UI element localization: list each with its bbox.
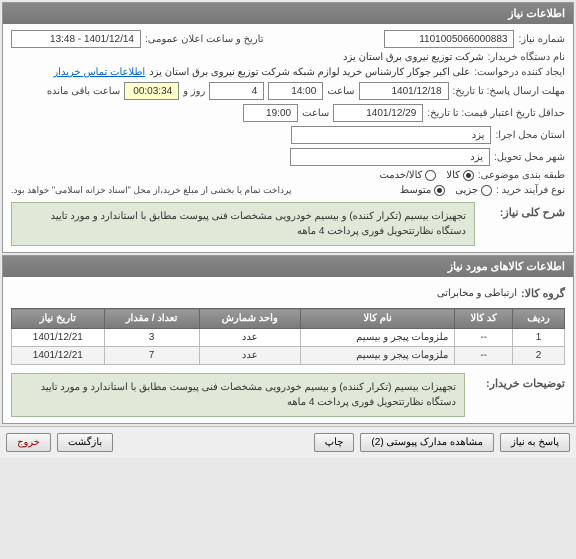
grouping-radios: کالا کالا/خدمت — [379, 170, 473, 181]
cell-name: ملزومات پیجر و بیسیم — [300, 329, 454, 347]
need-no-field: 1101005066000883 — [384, 30, 514, 48]
items-info-body: گروه کالا: ارتباطی و مخابراتی ردیف کد کا… — [3, 277, 573, 423]
cell-row: 1 — [513, 329, 565, 347]
announce-label: تاریخ و ساعت اعلان عمومی: — [145, 34, 264, 45]
validity-date-field: 1401/12/29 — [333, 104, 423, 122]
remaining-label: ساعت باقی مانده — [47, 86, 120, 97]
cell-name: ملزومات پیجر و بیسیم — [300, 347, 454, 365]
cell-unit: عدد — [199, 329, 300, 347]
cell-qty: 3 — [104, 329, 199, 347]
exec-province-field: یزد — [291, 126, 491, 144]
bottom-bar: پاسخ به نیاز مشاهده مدارک پیوستی (2) چاپ… — [0, 426, 576, 458]
process-radios: جزیی متوسط — [400, 185, 492, 196]
items-table: ردیف کد کالا نام کالا واحد شمارش تعداد /… — [11, 308, 565, 365]
creator-value: علی اکبر جوکار کارشناس خرید لوازم شبکه ش… — [149, 67, 470, 78]
exec-province-label: استان محل اجرا: — [495, 130, 565, 141]
exit-button[interactable]: خروج — [6, 433, 51, 452]
need-info-header: اطلاعات نیاز — [3, 3, 573, 24]
grouping-service-label: کالا/خدمت — [379, 170, 422, 181]
validity-time-field: 19:00 — [243, 104, 298, 122]
grouping-label: طبقه بندی موضوعی: — [478, 170, 565, 181]
day-and-label: روز و — [183, 86, 205, 97]
validity-label: حداقل تاریخ اعتبار قیمت: تا تاریخ: — [427, 108, 565, 119]
radio-dot-icon — [481, 185, 492, 196]
radio-dot-icon — [425, 170, 436, 181]
reply-deadline-label: مهلت ارسال پاسخ: تا تاریخ: — [453, 86, 565, 97]
cell-row: 2 — [513, 347, 565, 365]
th-code: کد کالا — [455, 309, 513, 329]
buyer-label: نام دستگاه خریدار: — [488, 52, 565, 63]
reply-time-label: ساعت — [327, 86, 354, 97]
radio-dot-icon — [463, 170, 474, 181]
attachments-button[interactable]: مشاهده مدارک پیوستی (2) — [360, 433, 494, 452]
process-small-label: جزیی — [455, 185, 478, 196]
table-row[interactable]: 1 -- ملزومات پیجر و بیسیم عدد 3 1401/12/… — [12, 329, 565, 347]
grouping-goods-radio[interactable]: کالا — [446, 170, 474, 181]
process-medium-radio[interactable]: متوسط — [400, 185, 445, 196]
grouping-service-radio[interactable]: کالا/خدمت — [379, 170, 436, 181]
buyer-notes-box: تجهیزات بیسیم (تکرار کننده) و بیسیم خودر… — [11, 373, 465, 417]
cell-code: -- — [455, 329, 513, 347]
th-unit: واحد شمارش — [199, 309, 300, 329]
items-info-header: اطلاعات کالاهای مورد نیاز — [3, 256, 573, 277]
day-count-field: 4 — [209, 82, 264, 100]
need-no-label: شماره نیاز: — [518, 34, 565, 45]
summary-box: تجهیزات بیسیم (تکرار کننده) و بیسیم خودر… — [11, 202, 475, 246]
remaining-time-field: 00:03:34 — [124, 82, 179, 100]
reply-time-field: 14:00 — [268, 82, 323, 100]
announce-field: 1401/12/14 - 13:48 — [11, 30, 141, 48]
cell-code: -- — [455, 347, 513, 365]
th-row: ردیف — [513, 309, 565, 329]
cell-qty: 7 — [104, 347, 199, 365]
table-header-row: ردیف کد کالا نام کالا واحد شمارش تعداد /… — [12, 309, 565, 329]
contact-link[interactable]: اطلاعات تماس خریدار — [53, 67, 145, 78]
need-info-panel: اطلاعات نیاز شماره نیاز: 110100506600088… — [2, 2, 574, 253]
delivery-city-field: یزد — [290, 148, 490, 166]
print-button[interactable]: چاپ — [314, 433, 355, 452]
th-date: تاریخ نیاز — [12, 309, 105, 329]
summary-label: شرح کلی نیاز: — [485, 202, 565, 223]
process-medium-label: متوسط — [400, 185, 431, 196]
grouping-goods-label: کالا — [446, 170, 460, 181]
th-name: نام کالا — [300, 309, 454, 329]
buyer-value: شرکت توزیع نیروی برق استان یزد — [343, 52, 484, 63]
group-label: گروه کالا: — [521, 283, 565, 304]
reply-button[interactable]: پاسخ به نیاز — [500, 433, 570, 452]
cell-date: 1401/12/21 — [12, 329, 105, 347]
payment-note: پرداخت تمام یا بخشی از مبلغ خرید،از محل … — [11, 185, 291, 196]
cell-unit: عدد — [199, 347, 300, 365]
validity-time-label: ساعت — [302, 108, 329, 119]
items-info-panel: اطلاعات کالاهای مورد نیاز گروه کالا: ارت… — [2, 255, 574, 424]
need-info-body: شماره نیاز: 1101005066000883 تاریخ و ساع… — [3, 24, 573, 252]
creator-label: ایجاد کننده درخواست: — [474, 67, 565, 78]
group-value: ارتباطی و مخابراتی — [437, 288, 517, 299]
table-row[interactable]: 2 -- ملزومات پیجر و بیسیم عدد 7 1401/12/… — [12, 347, 565, 365]
cell-date: 1401/12/21 — [12, 347, 105, 365]
process-small-radio[interactable]: جزیی — [455, 185, 492, 196]
radio-dot-icon — [434, 185, 445, 196]
buyer-notes-label: توضیحات خریدار: — [475, 373, 565, 394]
reply-date-field: 1401/12/18 — [359, 82, 449, 100]
th-qty: تعداد / مقدار — [104, 309, 199, 329]
back-button[interactable]: بازگشت — [57, 433, 113, 452]
delivery-city-label: شهر محل تحویل: — [494, 152, 565, 163]
process-label: نوع فرآیند خرید : — [496, 185, 565, 196]
